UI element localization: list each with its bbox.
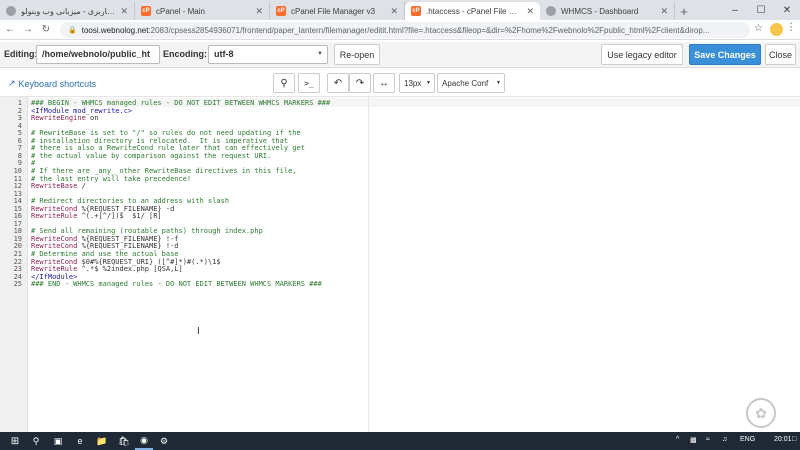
close-tab-icon[interactable]: ✕ [526,6,534,17]
new-tab-icon[interactable]: + [675,2,693,20]
editing-label: Editing: [4,49,38,59]
chrome-icon[interactable]: ◉ [135,432,153,450]
windows-start-icon[interactable]: ⊞ [6,432,24,450]
close-window-icon[interactable]: ✕ [774,0,800,20]
browser-tab[interactable]: cP cPanel File Manager v3 ✕ [270,2,405,20]
code-line: RewriteBase / [31,182,86,191]
task-view-icon[interactable]: ▣ [49,432,67,450]
volume-icon[interactable]: ♫ [722,436,727,443]
encoding-value: utf-8 [214,49,234,59]
syntax-mode-select[interactable]: Apache Conf ▼ [437,73,505,93]
save-changes-button[interactable]: Save Changes [689,44,761,65]
browser-tab[interactable]: WHMCS - Dashboard ✕ [540,2,675,20]
chevron-down-icon: ▼ [496,80,501,86]
screen: ناحیه کاربری - میزبانی وب وبنولو ✕ cP cPane… [0,0,800,450]
keyboard-shortcuts-link[interactable]: ↗ Keyboard shortcuts [8,78,96,89]
code-line: RewriteRule ^(.+[^/])$ $1/ [R] [31,212,162,221]
cpanel-icon: cP [141,6,151,16]
browser-tab-title: cPanel - Main [156,6,205,16]
browser-tab-title: WHMCS - Dashboard [561,6,639,16]
lock-icon: 🔒 [68,27,77,34]
browser-tab-title: cPanel File Manager v3 [291,6,376,16]
globe-icon [546,6,556,16]
search-icon[interactable]: ⚲ [27,432,45,450]
browser-tab[interactable]: cP cPanel - Main ✕ [135,2,270,20]
wifi-icon[interactable]: ≈ [706,436,710,443]
code-line: ### END - WHMCS managed rules - DO NOT E… [31,280,322,289]
browser-tab-strip: ناحیه کاربری - میزبانی وب وبنولو ✕ cP cPane… [0,0,800,20]
store-icon[interactable]: 🛍 [115,432,133,450]
code-line: RewriteEngine on [31,114,99,123]
close-tab-icon[interactable]: ✕ [120,6,128,17]
url-input[interactable]: 🔒 toosi.webnolog.net:2083/cpsess28549360… [60,22,750,38]
text-cursor-icon: I [197,326,200,337]
maximize-icon[interactable]: ☐ [748,0,774,20]
notifications-icon[interactable]: □ [792,436,796,443]
profile-avatar[interactable] [770,23,783,36]
close-tab-icon[interactable]: ✕ [390,6,398,17]
redo-icon[interactable]: ↷ [349,73,371,93]
app-icon[interactable]: ⚙ [155,432,173,450]
browser-tab[interactable]: cP .htaccess - cPanel File Manage ✕ [405,2,540,20]
code-line: # the actual value by comparison against… [31,151,272,160]
browser-tab-title: ناحیه کاربری - میزبانی وب وبنولو [21,6,116,16]
chevron-down-icon: ▼ [317,51,323,57]
directive-keyword: RewriteBase [31,182,78,191]
close-tab-icon[interactable]: ✕ [660,6,668,17]
line-number-gutter: 1 2 3 4 5 6 7 8 9 10 11 12 13 14 15 16 17 18 19 20 21 22 23 24 2… [0,97,28,433]
font-size-value: 13px [404,79,422,88]
cpanel-icon: cP [411,6,421,16]
browser-tab-title: .htaccess - cPanel File Manage [426,6,522,16]
edge-browser-icon[interactable]: e [71,432,89,450]
encoding-select[interactable]: utf-8 ▼ [208,45,328,64]
legacy-editor-button[interactable]: Use legacy editor [601,44,683,65]
back-icon[interactable]: ← [2,22,18,38]
search-icon[interactable]: ⚲ [273,73,295,93]
font-size-select[interactable]: 13px ▼ [399,73,435,93]
encoding-label: Encoding: [163,49,207,59]
minimize-icon[interactable]: – [722,0,748,20]
file-path-field[interactable]: /home/webnolo/public_ht [36,45,160,64]
browser-menu-icon[interactable]: ⋮ [786,22,796,33]
cpanel-icon: cP [276,6,286,16]
line-number: 25 [13,280,22,289]
browser-address-bar: ← → ↻ 🔒 toosi.webnolog.net:2083/cpsess28… [0,20,800,40]
watermark-logo: ✿ [746,398,776,428]
directive-keyword: RewriteRule [31,212,78,221]
url-path: :2083/cpsess2854936071/frontend/paper_la… [148,25,710,35]
browser-tab[interactable]: ناحیه کاربری - میزبانی وب وبنولو ✕ [0,2,135,20]
url-host: toosi.webnolog.net [81,25,149,35]
keyboard-shortcuts-label: Keyboard shortcuts [18,78,97,89]
forward-icon[interactable]: → [20,22,36,38]
chevron-down-icon: ▼ [426,80,431,86]
network-icon[interactable]: ▩ [690,436,697,444]
reload-icon[interactable]: ↻ [38,22,54,38]
tray-chevron-icon[interactable]: ^ [676,436,679,443]
directive-keyword: RewriteEngine [31,114,86,123]
reopen-button[interactable]: Re-open [334,44,380,65]
globe-icon [6,6,16,16]
external-link-icon: ↗ [8,78,16,88]
wrap-toggle-icon[interactable]: ↔ [373,73,395,93]
undo-icon[interactable]: ↶ [327,73,349,93]
code-editor[interactable]: 1 2 3 4 5 6 7 8 9 10 11 12 13 14 15 16 17 18 19 20 21 22 23 24 2… [0,96,800,433]
goto-line-icon[interactable]: >_ [298,73,320,93]
close-button[interactable]: Close [765,44,796,65]
close-tab-icon[interactable]: ✕ [255,6,263,17]
bookmark-star-icon[interactable]: ☆ [754,23,763,34]
language-indicator[interactable]: ENG [740,436,755,443]
print-margin [368,97,369,433]
syntax-mode-value: Apache Conf [442,79,489,88]
clock[interactable]: 20:01 [774,436,792,443]
file-explorer-icon[interactable]: 📁 [93,432,111,450]
